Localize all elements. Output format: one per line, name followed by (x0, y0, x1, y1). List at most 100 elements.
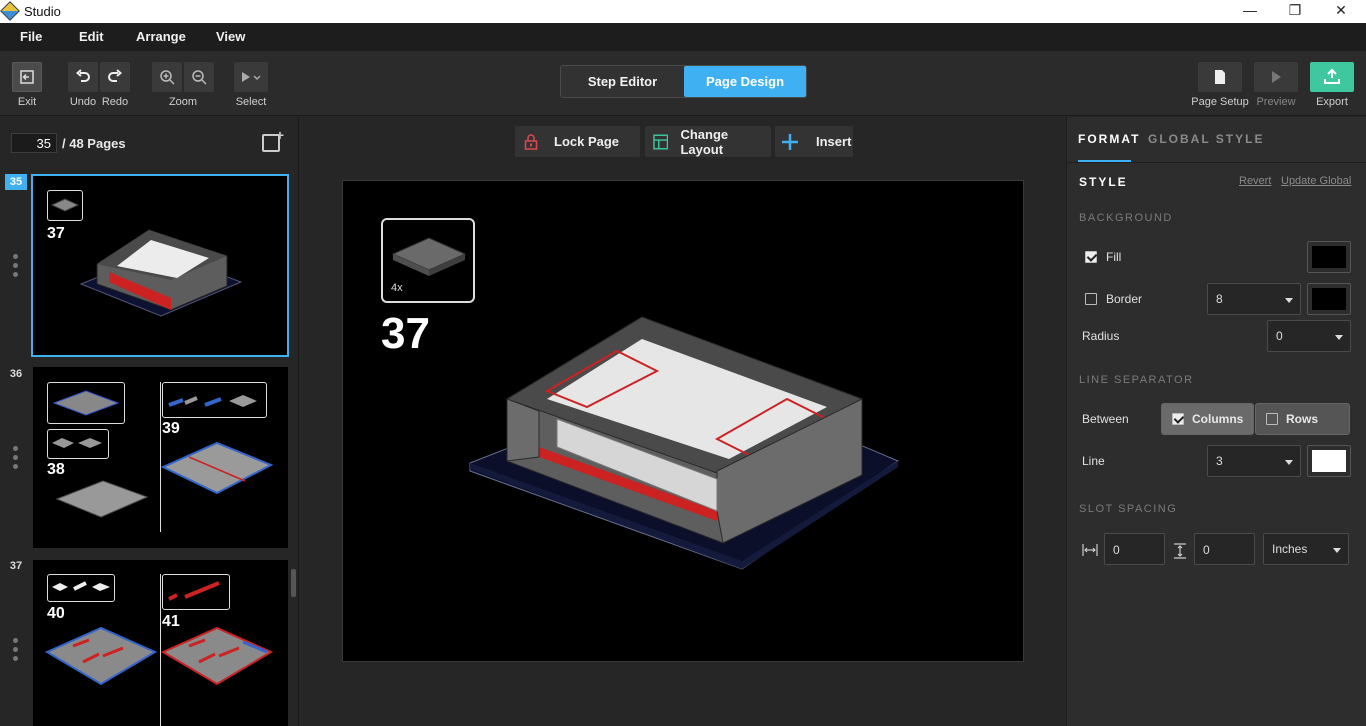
insert-label: Insert (816, 134, 852, 149)
lock-page-button[interactable]: Lock Page (515, 126, 640, 157)
parts-callout[interactable]: 4x (381, 218, 475, 303)
part-count: 4x (391, 282, 403, 294)
exit-button[interactable] (12, 62, 42, 92)
columns-toggle[interactable]: Columns (1161, 403, 1254, 435)
zoom-out-icon (192, 70, 207, 85)
thumb-number: 35 (5, 174, 27, 190)
parts-callout (162, 574, 230, 610)
style-heading: STYLE (1079, 175, 1128, 189)
change-layout-button[interactable]: Change Layout (645, 126, 771, 157)
restore-icon[interactable]: ❐ (1285, 2, 1305, 20)
step-number: 40 (47, 605, 65, 622)
border-label: Border (1106, 292, 1143, 306)
radius-select[interactable]: 0 (1267, 320, 1351, 352)
thumb-number: 36 (9, 368, 23, 380)
page-thumbnail[interactable]: 38 39 (33, 367, 288, 548)
step-editor-tab[interactable]: Step Editor (561, 66, 684, 97)
zoom-in-button[interactable] (152, 62, 182, 92)
parts-callout (47, 429, 109, 459)
model-preview (160, 626, 274, 686)
fill-label: Fill (1106, 250, 1122, 264)
rows-checkbox (1266, 413, 1278, 425)
select-button[interactable] (234, 62, 268, 92)
parts-callout (162, 382, 267, 418)
between-label: Between (1082, 412, 1129, 426)
update-global-link[interactable]: Update Global (1281, 175, 1351, 187)
toolbar: Exit Undo Redo Zoom Select Step Editor P… (0, 51, 1366, 116)
zoom-in-icon (160, 70, 175, 85)
redo-button[interactable] (100, 62, 130, 92)
window-title: Studio (24, 4, 61, 19)
page-setup-button[interactable] (1198, 62, 1242, 92)
border-color-swatch[interactable] (1307, 283, 1351, 315)
exit-label: Exit (17, 96, 37, 108)
drag-handle-icon[interactable] (13, 254, 18, 278)
mode-switch: Step Editor Page Design (560, 65, 807, 98)
app-icon (0, 1, 20, 21)
select-arrow-icon (242, 72, 261, 82)
border-checkbox[interactable] (1085, 293, 1097, 305)
drag-handle-icon[interactable] (13, 638, 18, 662)
tab-global-style[interactable]: GLOBAL STYLE (1148, 132, 1264, 146)
preview-label: Preview (1256, 96, 1296, 108)
drag-handle-icon[interactable] (13, 446, 18, 470)
model-preview (160, 441, 274, 495)
tab-format[interactable]: FORMAT (1078, 132, 1140, 146)
menu-file[interactable]: File (20, 29, 42, 44)
minimize-icon[interactable]: — (1240, 2, 1260, 20)
export-label: Export (1316, 96, 1348, 108)
page-thumbnail[interactable]: 37 (31, 174, 289, 357)
plate-part (391, 237, 467, 276)
undo-icon (75, 69, 90, 82)
title-bar: Studio — ❐ ✕ (0, 0, 1366, 23)
line-width-select[interactable]: 3 (1207, 445, 1301, 477)
export-button[interactable] (1310, 62, 1354, 92)
revert-link[interactable]: Revert (1239, 175, 1271, 187)
columns-checkbox (1172, 413, 1184, 425)
columns-label: Columns (1192, 412, 1244, 426)
zoom-out-button[interactable] (184, 62, 214, 92)
pages-panel: / 48 Pages 35 37 36 38 39 (0, 117, 299, 726)
parts-callout (47, 382, 125, 424)
change-layout-label: Change Layout (680, 126, 729, 157)
page-number-input[interactable] (11, 133, 57, 153)
thumb-number: 37 (9, 560, 23, 572)
vertical-spacing-input[interactable]: 0 (1194, 533, 1255, 565)
menu-view[interactable]: View (216, 29, 245, 44)
menu-edit[interactable]: Edit (79, 29, 104, 44)
step-number: 37 (381, 309, 430, 358)
model-render (469, 316, 899, 570)
horizontal-spacing-input[interactable]: 0 (1104, 533, 1165, 565)
instruction-page[interactable]: 4x 37 (342, 180, 1024, 662)
preview-button[interactable] (1254, 62, 1298, 92)
page-total: / 48 Pages (62, 136, 126, 151)
parts-callout (47, 574, 115, 602)
format-panel: FORMAT GLOBAL STYLE STYLE Revert Update … (1066, 117, 1366, 726)
rows-toggle[interactable]: Rows (1255, 403, 1350, 435)
close-icon[interactable]: ✕ (1331, 2, 1351, 20)
lock-page-label: Lock Page (554, 134, 620, 149)
page-thumbnail[interactable]: 40 41 (33, 560, 288, 726)
tab-divider (1067, 162, 1366, 163)
menu-arrange[interactable]: Arrange (136, 29, 186, 44)
scrollbar[interactable] (291, 569, 296, 597)
add-page-icon[interactable] (262, 127, 284, 152)
line-color-swatch[interactable] (1307, 445, 1351, 477)
fill-color-swatch[interactable] (1307, 241, 1351, 273)
play-icon (1272, 71, 1281, 83)
parts-callout (47, 190, 83, 221)
fill-checkbox[interactable] (1085, 251, 1097, 263)
border-width-select[interactable]: 8 (1207, 283, 1301, 315)
slot-spacing-heading: SLOT SPACING (1079, 503, 1178, 515)
undo-button[interactable] (68, 62, 98, 92)
document-icon (1215, 70, 1225, 84)
step-number: 39 (162, 420, 180, 437)
canvas-area: Lock Page Change Layout Insert 4x 37 (300, 117, 1065, 726)
line-label: Line (1082, 454, 1105, 468)
unit-select[interactable]: Inches (1263, 533, 1349, 565)
radius-label: Radius (1082, 329, 1120, 343)
page-design-tab[interactable]: Page Design (684, 66, 806, 97)
insert-button[interactable]: Insert (775, 126, 853, 157)
undo-label: Undo (69, 96, 97, 108)
lock-icon (524, 133, 538, 150)
